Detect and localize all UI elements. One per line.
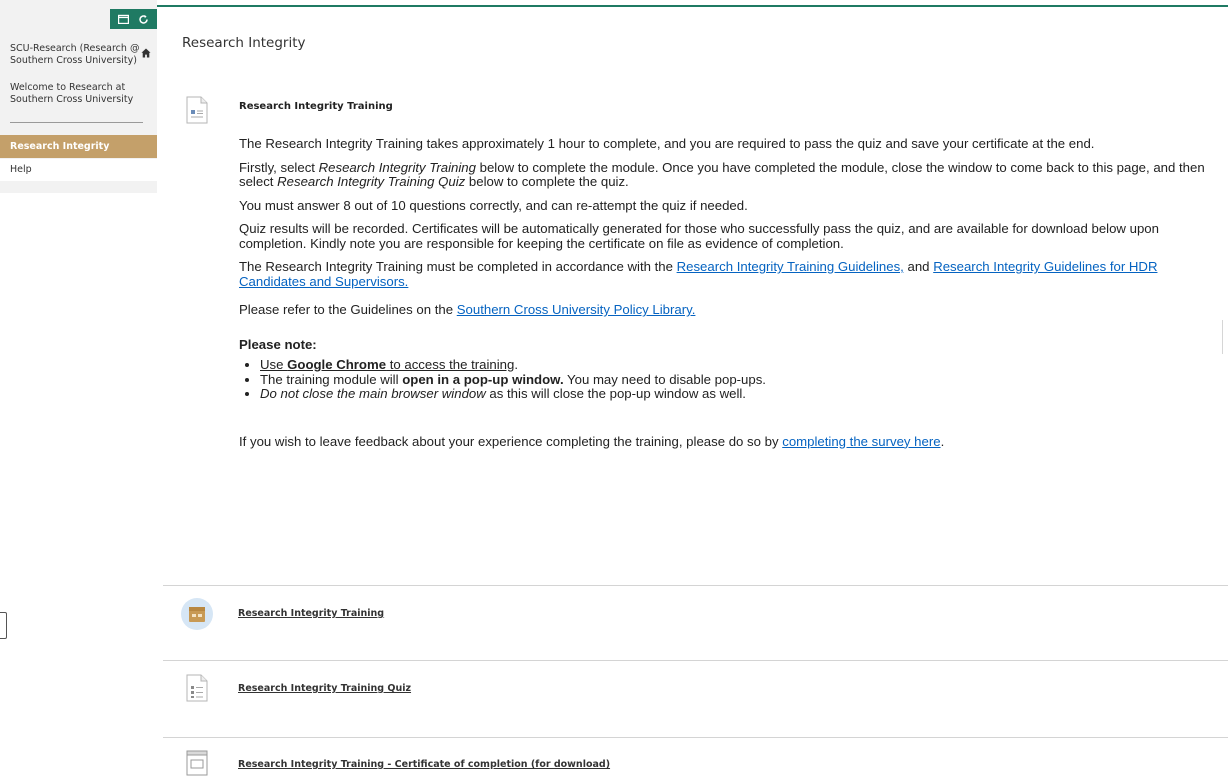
description-para-duration: The Research Integrity Training takes ap… (239, 136, 1095, 151)
home-icon[interactable] (141, 45, 151, 58)
training-guidelines-link[interactable]: Research Integrity Training Guidelines, (677, 259, 904, 274)
quiz-link[interactable]: Research Integrity Training Quiz (238, 683, 411, 694)
certificate-icon (186, 750, 208, 781)
course-sidebar: SCU-Research (Research @ Southern Cross … (0, 0, 157, 193)
document-icon (186, 96, 208, 129)
quiz-document-icon (186, 674, 208, 707)
content-item-training[interactable] (180, 597, 214, 636)
welcome-text: Welcome to Research at Southern Cross Un… (10, 82, 134, 105)
collapse-handle[interactable] (0, 612, 7, 639)
training-link[interactable]: Research Integrity Training (238, 608, 384, 619)
sidebar-divider (10, 122, 143, 123)
item-title: Research Integrity Training (239, 101, 393, 112)
description-para-feedback: If you wish to leave feedback about your… (239, 433, 945, 449)
description-para-policy: Please refer to the Guidelines on the So… (239, 302, 696, 317)
folder-icon[interactable] (117, 12, 131, 26)
note-item-browser: Use Google Chrome to access the training… (260, 357, 1224, 373)
content-item-quiz[interactable] (186, 674, 208, 707)
description-para-guidelines: The Research Integrity Training must be … (239, 259, 1158, 289)
item-separator (163, 660, 1228, 661)
scorm-package-icon (180, 597, 214, 636)
course-title-link[interactable]: SCU-Research (Research @ Southern Cross … (10, 43, 156, 67)
sidebar-toolbar (110, 9, 157, 29)
refresh-icon[interactable] (136, 12, 150, 26)
survey-link[interactable]: completing the survey here (782, 434, 940, 449)
item-separator (163, 737, 1228, 738)
note-heading: Please note: (239, 336, 317, 352)
content-top-border (157, 5, 1228, 7)
sidebar-item-research-integrity[interactable]: Research Integrity (0, 135, 157, 158)
item-description: The Research Integrity Training takes ap… (239, 136, 1224, 458)
page-title: Research Integrity (182, 35, 306, 51)
description-para-pass-mark: You must answer 8 out of 10 questions co… (239, 197, 748, 213)
policy-library-link[interactable]: Southern Cross University Policy Library… (457, 302, 696, 317)
note-item-main-window: Do not close the main browser window as … (260, 386, 1224, 402)
item-separator (163, 585, 1228, 586)
note-list: Use Google Chrome to access the training… (239, 357, 1224, 402)
description-para-instructions: Firstly, select Research Integrity Train… (239, 159, 1205, 189)
certificate-link[interactable]: Research Integrity Training - Certificat… (238, 759, 610, 770)
content-item-certificate[interactable] (186, 750, 208, 781)
sidebar-item-help[interactable]: Help (0, 159, 157, 181)
scroll-edge (1222, 320, 1228, 354)
note-item-popup: The training module will open in a pop-u… (260, 372, 1224, 388)
description-para-certificates: Quiz results will be recorded. Certifica… (239, 221, 1159, 251)
